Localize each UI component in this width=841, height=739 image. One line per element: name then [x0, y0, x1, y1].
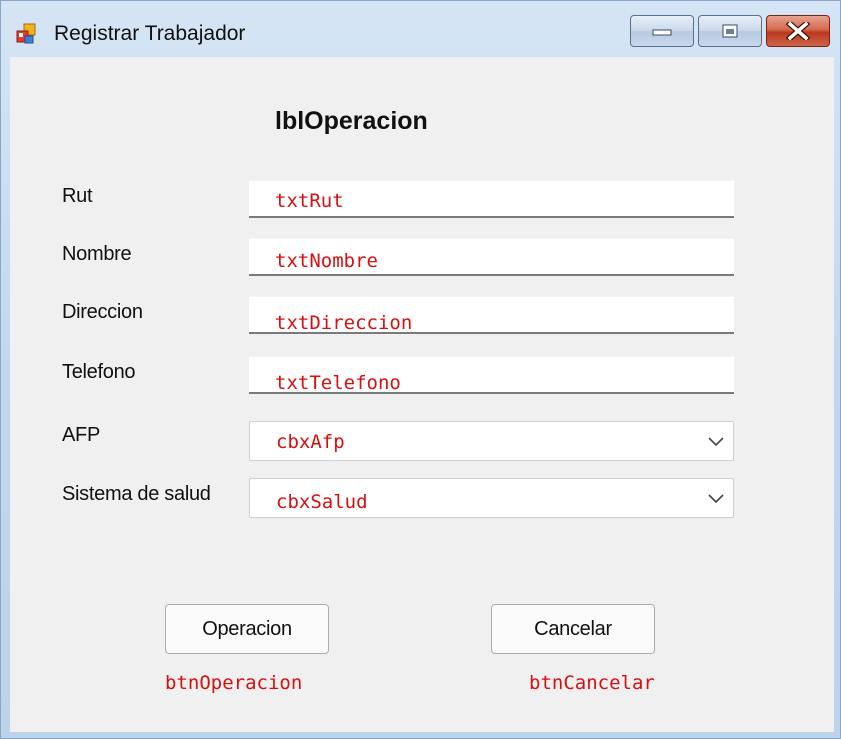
maximize-button[interactable] [698, 15, 762, 47]
cancelar-button-name: btnCancelar [529, 672, 655, 694]
operacion-button-name: btnOperacion [165, 672, 303, 694]
title-bar[interactable]: Registrar Trabajador [1, 1, 840, 57]
rut-input[interactable]: txtRut [249, 180, 734, 218]
nombre-input-text: txtNombre [275, 250, 378, 272]
chevron-down-icon[interactable] [707, 491, 725, 505]
cancelar-button[interactable]: Cancelar [491, 604, 655, 654]
chevron-down-icon[interactable] [707, 434, 725, 448]
rut-label: Rut [62, 185, 93, 207]
telefono-input[interactable]: txtTelefono [249, 356, 734, 394]
telefono-label: Telefono [62, 361, 136, 383]
afp-combobox[interactable]: cbxAfp [249, 421, 734, 461]
salud-label: Sistema de salud [62, 483, 211, 505]
direccion-input[interactable]: txtDireccion [249, 296, 734, 334]
telefono-input-text: txtTelefono [275, 372, 401, 394]
form-client-area: lblOperacion Rut txtRut Nombre txtNombre… [10, 57, 834, 732]
minimize-icon [652, 29, 672, 36]
nombre-input[interactable]: txtNombre [249, 238, 734, 276]
afp-combobox-text: cbxAfp [276, 431, 345, 453]
direccion-input-text: txtDireccion [275, 312, 413, 334]
direccion-label: Direccion [62, 301, 143, 323]
operation-heading: lblOperacion [275, 107, 428, 135]
afp-label: AFP [62, 424, 100, 446]
nombre-label: Nombre [62, 243, 132, 265]
window-title: Registrar Trabajador [54, 22, 246, 45]
window-app-icon [16, 23, 36, 44]
rut-input-text: txtRut [275, 190, 344, 212]
operacion-button[interactable]: Operacion [165, 604, 329, 654]
minimize-button[interactable] [630, 15, 694, 47]
salud-combobox-text: cbxSalud [276, 491, 368, 513]
salud-combobox[interactable]: cbxSalud [249, 478, 734, 518]
close-icon [785, 22, 811, 40]
window-frame: Registrar Trabajador lblOperacion Rut tx… [0, 0, 841, 739]
maximize-icon [722, 24, 738, 38]
close-button[interactable] [766, 15, 830, 47]
